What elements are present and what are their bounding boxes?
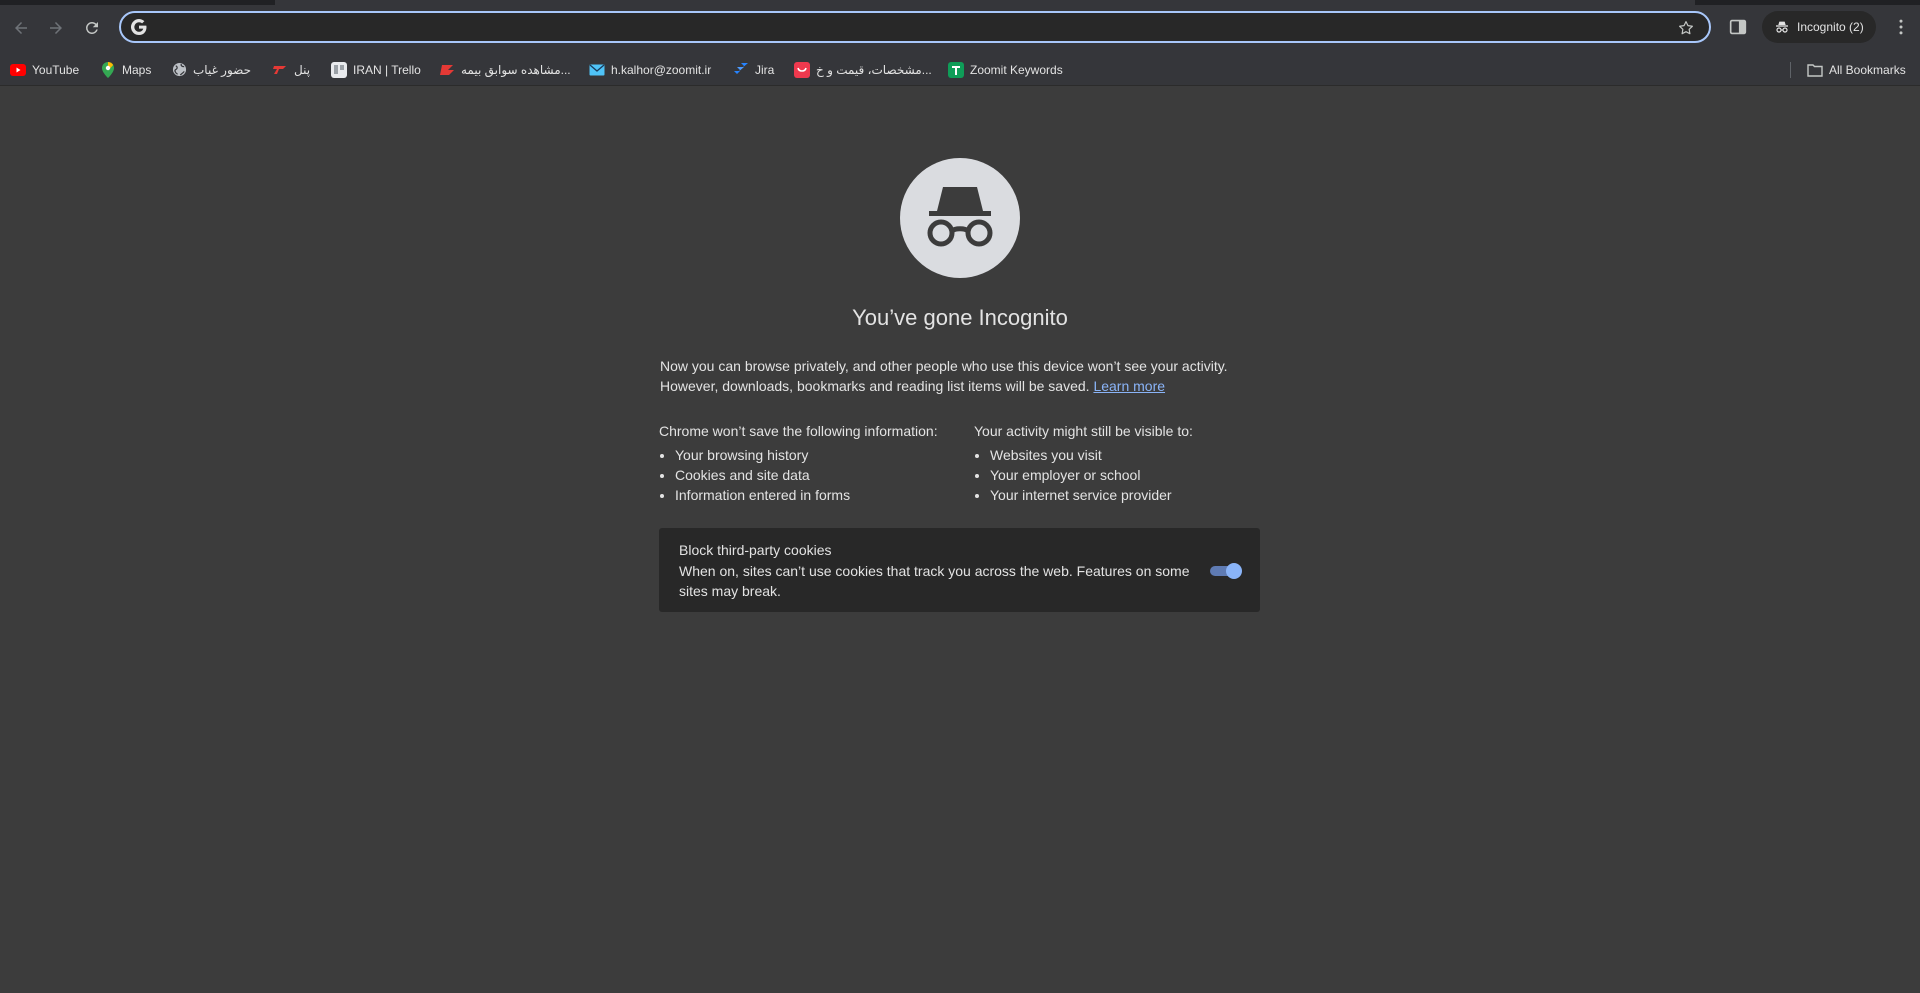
bookmark-label: مشاهده سوابق بیمه... [461, 62, 571, 77]
bookmark-label: Zoomit Keywords [970, 62, 1063, 77]
intro-line-2-text: However, downloads, bookmarks and readin… [660, 378, 1090, 394]
intro-text: Now you can browse privately, and other … [660, 356, 1260, 396]
panel-icon [272, 62, 288, 78]
list-item: Information entered in forms [675, 485, 938, 505]
back-button[interactable] [8, 15, 34, 41]
globe-icon [171, 62, 187, 78]
not-saved-list: Your browsing history Cookies and site d… [659, 445, 938, 505]
bookmarks-separator [1790, 62, 1791, 78]
bookmark-star-icon[interactable] [1677, 19, 1695, 37]
folder-icon [1807, 62, 1823, 78]
arrow-right-icon [50, 22, 62, 34]
all-bookmarks-label: All Bookmarks [1829, 62, 1906, 77]
still-visible-column: Your activity might still be visible to:… [974, 421, 1193, 505]
bookmarks-bar: YouTube Maps حضور غیاب پنل IRAN | Trello… [0, 54, 1920, 86]
forward-button[interactable] [43, 15, 69, 41]
toggle-knob [1226, 563, 1242, 579]
incognito-spy-icon [927, 187, 993, 247]
maps-icon [100, 61, 116, 78]
block-cookies-toggle[interactable] [1208, 563, 1242, 579]
bookmark-zoomit-keywords[interactable]: Zoomit Keywords [948, 54, 1063, 85]
page-title: You’ve gone Incognito [852, 305, 1068, 330]
learn-more-link[interactable]: Learn more [1093, 378, 1165, 394]
not-saved-heading: Chrome won’t save the following informat… [659, 423, 938, 439]
insurance-icon [439, 62, 455, 78]
reload-button[interactable] [79, 15, 105, 41]
list-item: Your internet service provider [990, 485, 1193, 505]
bookmark-attendance[interactable]: حضور غیاب [171, 54, 251, 85]
arrow-left-icon [15, 22, 27, 34]
cookie-card-description: When on, sites can’t use cookies that tr… [679, 563, 1190, 599]
third-party-cookies-card: Block third-party cookies When on, sites… [659, 528, 1260, 612]
bookmark-label: Maps [122, 62, 152, 77]
still-visible-heading: Your activity might still be visible to: [974, 423, 1193, 439]
bookmark-jira[interactable]: Jira [733, 54, 774, 85]
kebab-menu-icon[interactable] [1891, 17, 1911, 37]
digikala-icon [794, 61, 810, 78]
bookmark-label: پنل [294, 62, 311, 77]
bookmark-digikala[interactable]: مشخصات، قیمت و خ... [794, 54, 932, 85]
bookmark-label: YouTube [32, 62, 80, 77]
address-input[interactable] [157, 16, 1641, 40]
address-bar[interactable] [119, 11, 1711, 43]
bookmark-maps[interactable]: Maps [100, 54, 151, 85]
all-bookmarks-button[interactable]: All Bookmarks [1807, 54, 1906, 85]
bookmark-label: h.kalhor@zoomit.ir [611, 62, 712, 77]
intro-line-1: Now you can browse privately, and other … [660, 358, 1228, 374]
bookmark-panel[interactable]: پنل [272, 54, 310, 85]
sheets-icon [948, 61, 964, 78]
not-saved-column: Chrome won’t save the following informat… [659, 421, 938, 505]
list-item: Websites you visit [990, 445, 1193, 465]
reload-icon [85, 21, 98, 34]
cookie-card-title: Block third-party cookies [679, 542, 832, 558]
browser-toolbar: Incognito (2) [0, 5, 1920, 54]
list-item: Your employer or school [990, 465, 1193, 485]
incognito-label: Incognito (2) [1797, 20, 1864, 34]
bookmark-label: IRAN | Trello [353, 62, 421, 77]
youtube-icon [10, 62, 26, 78]
incognito-new-tab-page: You’ve gone Incognito Now you can browse… [0, 86, 1920, 993]
google-icon [131, 19, 147, 35]
bookmark-trello[interactable]: IRAN | Trello [331, 54, 421, 85]
list-item: Cookies and site data [675, 465, 938, 485]
bookmark-mail[interactable]: h.kalhor@zoomit.ir [589, 54, 711, 85]
bookmark-label: مشخصات، قیمت و خ... [816, 62, 932, 77]
bookmark-insurance[interactable]: مشاهده سوابق بیمه... [439, 54, 571, 85]
bookmark-youtube[interactable]: YouTube [10, 54, 79, 85]
incognito-icon [1776, 21, 1788, 33]
still-visible-list: Websites you visit Your employer or scho… [974, 445, 1193, 505]
list-item: Your browsing history [675, 445, 938, 465]
intro-line-2: However, downloads, bookmarks and readin… [660, 376, 1260, 396]
incognito-hero-icon [900, 158, 1020, 278]
mail-icon [589, 62, 605, 78]
incognito-profile-button[interactable]: Incognito (2) [1762, 11, 1876, 43]
jira-icon [733, 62, 749, 78]
bookmark-label: Jira [755, 62, 775, 77]
side-panel-icon[interactable] [1727, 16, 1749, 38]
bookmark-label: حضور غیاب [193, 62, 252, 77]
trello-icon [331, 61, 347, 78]
